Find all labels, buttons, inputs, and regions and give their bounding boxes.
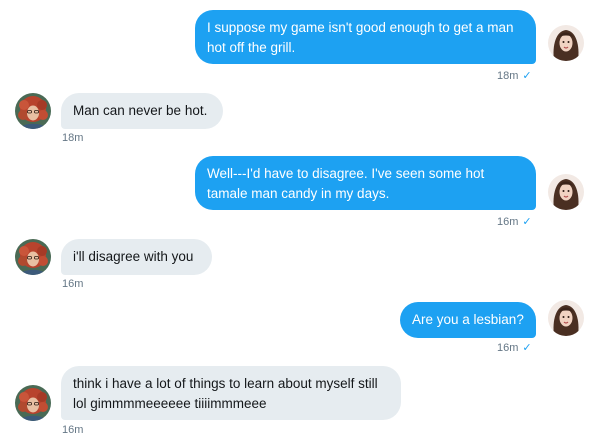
message-text: I suppose my game isn't good enough to g… — [207, 20, 514, 55]
message-text: i'll disagree with you — [73, 249, 194, 264]
check-icon: ✓ — [522, 342, 532, 354]
message-text: Well---I'd have to disagree. I've seen s… — [207, 166, 485, 201]
check-icon: ✓ — [522, 70, 532, 82]
message-text: Are you a lesbian? — [412, 312, 524, 327]
timestamp: 18m — [62, 132, 84, 144]
timestamp: 16m — [497, 342, 519, 354]
avatar[interactable] — [548, 25, 584, 61]
message-bubble-sent[interactable]: Well---I'd have to disagree. I've seen s… — [195, 156, 536, 210]
message-meta: 16m ✓ — [497, 341, 532, 354]
avatar[interactable] — [15, 239, 51, 275]
timestamp: 16m — [497, 216, 519, 228]
message-bubble-received[interactable]: Man can never be hot. — [61, 93, 223, 129]
message-bubble-received[interactable]: think i have a lot of things to learn ab… — [61, 366, 401, 420]
message-bubble-received[interactable]: i'll disagree with you — [61, 239, 212, 275]
timestamp: 16m — [62, 424, 84, 436]
timestamp: 18m — [497, 70, 519, 82]
timestamp: 16m — [62, 278, 84, 290]
avatar[interactable] — [15, 93, 51, 129]
avatar[interactable] — [548, 174, 584, 210]
message-meta: 16m — [62, 424, 83, 436]
message-bubble-sent[interactable]: Are you a lesbian? — [400, 302, 536, 338]
message-meta: 16m ✓ — [497, 215, 532, 228]
avatar[interactable] — [548, 300, 584, 336]
message-text: Man can never be hot. — [73, 103, 208, 118]
message-meta: 18m — [62, 132, 83, 144]
message-meta: 18m ✓ — [497, 69, 532, 82]
message-text: think i have a lot of things to learn ab… — [73, 376, 378, 411]
avatar[interactable] — [15, 385, 51, 421]
check-icon: ✓ — [522, 216, 532, 228]
message-bubble-sent[interactable]: I suppose my game isn't good enough to g… — [195, 10, 536, 64]
message-meta: 16m — [62, 278, 83, 290]
